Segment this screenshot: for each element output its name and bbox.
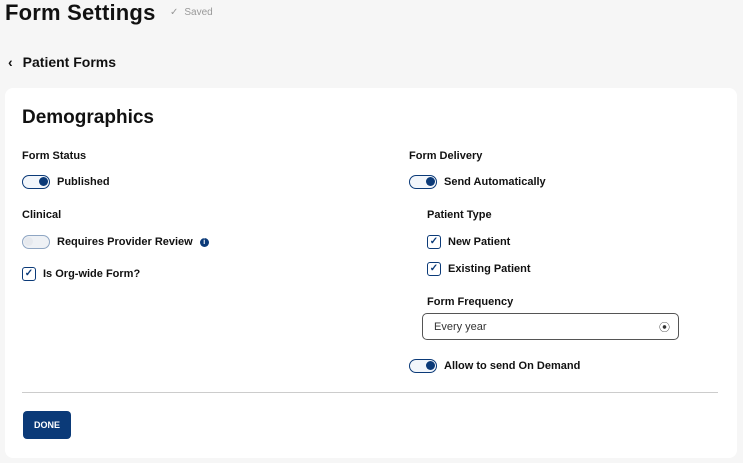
form-delivery-label: Form Delivery — [409, 150, 482, 162]
published-toggle[interactable] — [22, 175, 50, 189]
frequency-value: Every year — [434, 321, 487, 333]
saved-status: ✓ Saved — [170, 7, 213, 18]
settings-card: Demographics Form Status Published Clini… — [5, 88, 737, 458]
on-demand-toggle-row[interactable]: Allow to send On Demand — [409, 359, 580, 373]
review-toggle[interactable] — [22, 235, 50, 249]
chevron-left-icon: ‹ — [8, 54, 13, 70]
patient-type-label: Patient Type — [427, 209, 492, 221]
divider — [22, 392, 718, 393]
section-title: Demographics — [22, 107, 154, 129]
radio-target-icon: ⦿ — [659, 319, 670, 335]
new-patient-row[interactable]: ✓ New Patient — [427, 235, 510, 249]
review-label: Requires Provider Review — [57, 236, 193, 248]
new-patient-checkbox[interactable]: ✓ — [427, 235, 441, 249]
send-auto-label: Send Automatically — [444, 176, 546, 188]
existing-patient-label: Existing Patient — [448, 263, 531, 275]
check-icon: ✓ — [170, 7, 178, 18]
frequency-label: Form Frequency — [427, 296, 513, 308]
back-link[interactable]: ‹ Patient Forms — [8, 54, 116, 70]
frequency-select[interactable]: Every year ⦿ — [422, 313, 679, 340]
done-button[interactable]: DONE — [23, 411, 71, 439]
published-toggle-row[interactable]: Published — [22, 175, 110, 189]
org-wide-label: Is Org-wide Form? — [43, 268, 140, 280]
on-demand-toggle[interactable] — [409, 359, 437, 373]
existing-patient-checkbox[interactable]: ✓ — [427, 262, 441, 276]
page-title: Form Settings — [5, 0, 156, 26]
saved-label: Saved — [184, 7, 212, 18]
send-auto-toggle[interactable] — [409, 175, 437, 189]
send-auto-toggle-row[interactable]: Send Automatically — [409, 175, 546, 189]
form-status-label: Form Status — [22, 150, 86, 162]
org-wide-checkbox[interactable]: ✓ — [22, 267, 36, 281]
info-icon[interactable]: i — [200, 238, 209, 247]
org-wide-checkbox-row[interactable]: ✓ Is Org-wide Form? — [22, 267, 140, 281]
published-label: Published — [57, 176, 110, 188]
review-toggle-row[interactable]: Requires Provider Review i — [22, 235, 209, 249]
new-patient-label: New Patient — [448, 236, 510, 248]
clinical-label: Clinical — [22, 209, 61, 221]
on-demand-label: Allow to send On Demand — [444, 360, 580, 372]
back-label: Patient Forms — [23, 54, 116, 70]
existing-patient-row[interactable]: ✓ Existing Patient — [427, 262, 531, 276]
